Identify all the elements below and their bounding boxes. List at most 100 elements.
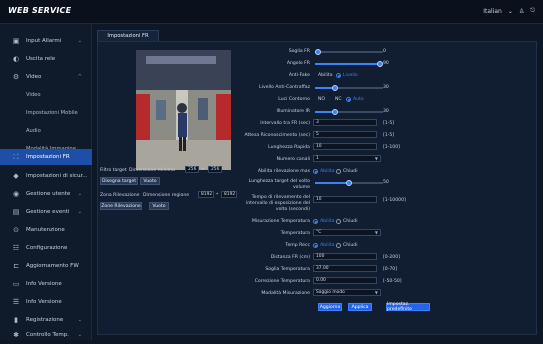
temp-mode-off-radio[interactable]: Chiudi — [336, 219, 358, 224]
sidebar-subitem-mobile[interactable]: Impostazioni Mobile — [0, 104, 92, 122]
zone-size-label: Dimensione regione — [143, 193, 190, 198]
draw-target-button[interactable]: Disegna target — [100, 177, 138, 185]
brand-title: WEB SERVICE — [8, 6, 72, 15]
anti-fake-label: Anti-Fake — [288, 73, 310, 78]
draw-detect-zone-button[interactable]: Zone Rilevazione — [100, 202, 142, 210]
radio-dot — [336, 219, 341, 224]
temp-type-select[interactable]: °C ▼ — [313, 229, 381, 236]
radio-dot — [313, 243, 318, 248]
unlock-interval-input[interactable]: 5 — [313, 131, 377, 138]
fr-angle-slider[interactable] — [315, 61, 383, 67]
mask-threshold-value: 50 — [383, 180, 389, 185]
tab-fr-settings[interactable]: Impostazioni FR — [97, 30, 159, 41]
clear-target-button[interactable]: Vuoto — [140, 177, 160, 185]
relay-icon: ◐ — [12, 55, 20, 63]
apply-button[interactable]: Applica — [348, 303, 372, 311]
users-icon: ◉ — [12, 190, 20, 198]
measure-mode-select[interactable]: Saggio modo ▼ — [313, 289, 381, 296]
fr-interval-range: [1-5] — [383, 121, 395, 126]
top-right-controls: Italian ⌄ ♙ ⎋ — [483, 7, 535, 15]
mask-time-label-2: intervallo di esposizione del — [245, 201, 310, 206]
logout-icon[interactable]: ⎋ — [530, 7, 535, 15]
rapid-reading-input[interactable]: 10 — [313, 143, 377, 150]
temp-fast-label: Temp Recc — [285, 243, 310, 248]
sidebar-item-events[interactable]: ▤ Gestione eventi ⌄ — [0, 203, 92, 221]
led-no-radio[interactable]: NO — [318, 97, 325, 102]
temp-correction-input[interactable]: 0.00 — [313, 277, 377, 284]
mask-threshold-label: Lunghezza target del volto — [248, 179, 310, 184]
temp-fast-on-radio[interactable]: Abilita — [313, 243, 335, 248]
chevron-down-icon: ⌄ — [77, 332, 82, 338]
led-nc-radio[interactable]: NC — [335, 97, 342, 102]
fr-angle-label: Angolo FR — [286, 61, 310, 66]
sidebar-item-config[interactable]: ☷ Configurazione — [0, 239, 92, 257]
temp-mode-label: Misurazione Temperatura — [251, 219, 310, 224]
sidebar-subitem-video[interactable]: Video — [0, 86, 92, 104]
sidebar-subitem-audio[interactable]: Audio — [0, 122, 92, 140]
sidebar-item-users[interactable]: ◉ Gestione utente ⌄ — [0, 185, 92, 203]
sidebar-item-upgrade[interactable]: ⊏ Aggiornamento FW — [0, 257, 92, 275]
sidebar-item-log[interactable]: ☰ Info Versione — [0, 293, 92, 311]
channels-label: Numero canali — [276, 157, 310, 162]
min-width-input[interactable]: 256 — [185, 166, 199, 173]
sidebar-item-version[interactable]: ▭ Info Versione — [0, 275, 92, 293]
slider-handle[interactable] — [346, 180, 352, 186]
mask-detect-off-radio[interactable]: Chiudi — [336, 169, 358, 174]
default-button[interactable]: Impostaz. predefinite — [386, 302, 430, 312]
sidebar-item-temp[interactable]: ✱ Controllo Temp. ⌄ — [0, 326, 92, 344]
mask-time-range: [1-10000] — [383, 198, 406, 203]
unlock-interval-range: [1-5] — [383, 133, 395, 138]
detect-zone-label: Zona Rilevazione — [100, 193, 140, 198]
radio-dot — [313, 219, 318, 224]
upgrade-icon: ⊏ — [13, 262, 19, 270]
event-icon: ▤ — [12, 208, 20, 216]
anti-fake-off-radio[interactable]: Abilita — [318, 73, 333, 78]
config-icon: ☷ — [12, 244, 20, 252]
sidebar-item-input-alarm[interactable]: ▣ Input Allarmi ⌄ — [0, 32, 92, 50]
clear-zone-button[interactable]: Vuoto — [149, 202, 169, 210]
mask-time-input[interactable]: 10 — [313, 196, 377, 203]
fr-distance-label: Distanza FR (cm) — [270, 255, 310, 260]
led-label: Luci Contorno — [278, 97, 310, 102]
fr-distance-input[interactable]: 100 — [313, 253, 377, 260]
fr-icon: ⛶ — [13, 152, 19, 161]
slider-fill — [315, 63, 381, 65]
record-icon: ▮ — [14, 316, 18, 324]
temp-fast-off-radio[interactable]: Chiudi — [336, 243, 358, 248]
chevron-down-icon: ⌄ — [77, 209, 82, 215]
sidebar-item-fr-settings[interactable]: ⛶ Impostazioni FR — [0, 149, 92, 165]
temp-mode-on-radio[interactable]: Abilita — [313, 219, 335, 224]
fr-threshold-value: 0 — [383, 49, 386, 54]
temp-correction-range: [-50-50] — [383, 279, 402, 284]
chevron-down-icon: ▼ — [374, 230, 378, 235]
language-select[interactable]: Italian — [483, 8, 502, 15]
fr-threshold-slider[interactable] — [315, 49, 383, 55]
fr-interval-input[interactable]: 3 — [313, 119, 377, 126]
alarm-input-icon: ▣ — [12, 37, 20, 45]
anti-fake-on-radio[interactable]: Livello — [336, 73, 358, 78]
mask-time-label: Tempo di rilevamento del — [251, 195, 310, 200]
ir-light-slider[interactable] — [315, 109, 383, 115]
temp-threshold-input[interactable]: 37.00 — [313, 265, 377, 272]
chevron-down-icon: ⌄ — [77, 191, 82, 197]
sidebar-item-relay[interactable]: ◐ Uscita rele — [0, 50, 92, 68]
mask-threshold-slider[interactable] — [315, 180, 383, 186]
rapid-reading-label: Lunghezza Rapida — [268, 145, 310, 150]
sidebar-item-maintenance[interactable]: ⊙ Manutenzione — [0, 221, 92, 239]
unlock-interval-label: Attesa Riconoscimento (sec) — [244, 133, 311, 138]
fake-level-slider[interactable] — [315, 85, 383, 91]
maintenance-icon: ⊙ — [13, 226, 19, 234]
slider-handle[interactable] — [315, 49, 321, 55]
led-auto-radio[interactable]: Auto — [346, 97, 364, 102]
user-icon[interactable]: ♙ — [519, 8, 524, 15]
log-icon: ☰ — [12, 298, 20, 306]
sidebar-item-video[interactable]: ⚙ Video ^ — [0, 68, 92, 86]
chevron-down-icon[interactable]: ⌄ — [508, 8, 513, 15]
rapid-reading-range: [1-100] — [383, 145, 400, 150]
fr-interval-label: Intervallo tra FR (sec) — [260, 121, 310, 126]
refresh-button[interactable]: Aggiorna — [318, 303, 342, 311]
mask-detect-on-radio[interactable]: Abilita — [313, 169, 335, 174]
ir-light-value: 30 — [383, 109, 389, 114]
channels-select[interactable]: 1 ▼ — [313, 155, 381, 162]
sidebar-item-security[interactable]: ◆ Impostazioni di sicur... ⌄ — [0, 167, 92, 185]
